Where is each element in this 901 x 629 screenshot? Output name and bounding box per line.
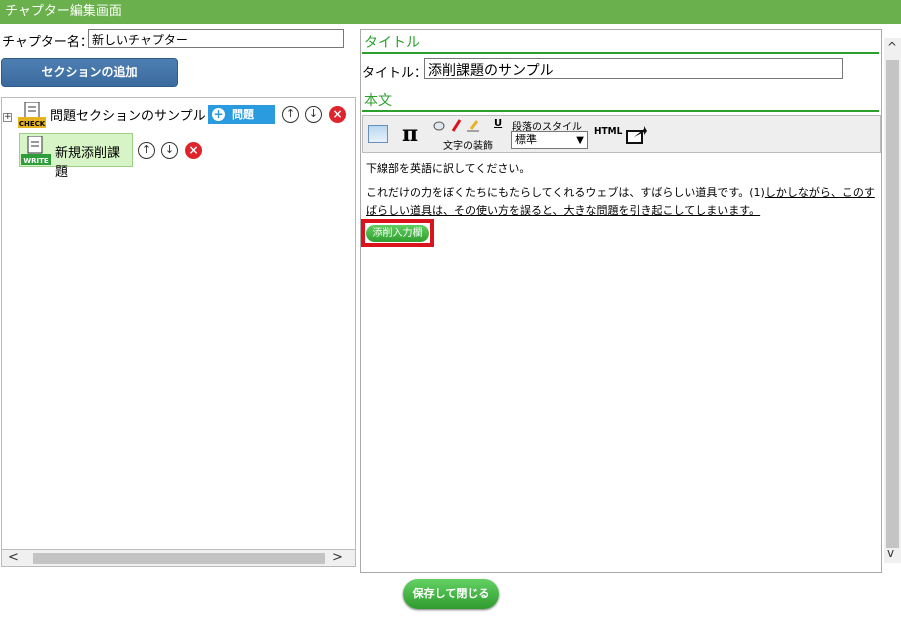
task-name: 新規添削課題 — [55, 146, 121, 180]
save-close-button[interactable]: 保存して閉じる — [403, 579, 499, 609]
add-question-label: 問題 — [232, 108, 254, 121]
check-section-icon: CHECK — [18, 102, 46, 128]
plus-icon: + — [212, 107, 225, 121]
editor-toolbar: π U 文字の装飾 段落のスタイル 標準 ▼ HTML — [362, 115, 881, 153]
task-move-up-icon[interactable]: ↑ — [138, 142, 155, 159]
chapter-name-label: チャプター名： — [2, 35, 93, 50]
chevron-down-icon: ▼ — [576, 135, 584, 146]
write-task-icon: WRITE — [21, 136, 51, 165]
add-question-button[interactable]: + 問題 — [208, 105, 275, 124]
correction-input-button[interactable]: 添削入力欄 — [366, 225, 429, 242]
insert-formula-icon[interactable]: π — [402, 121, 418, 147]
editor-content[interactable]: 下線部を英語に訳してください。 これだけの力をぼくたちにもたらしてくれるウェブは… — [366, 160, 876, 226]
section-move-up-icon[interactable]: ↑ — [282, 106, 299, 123]
paragraph-style-value: 標準 — [515, 133, 537, 146]
title-heading: タイトル — [364, 35, 420, 51]
passage-plain: これだけの力をぼくたちにもたらしてくれるウェブは、すばらしい道具です。(1) — [366, 186, 765, 199]
editor-vertical-scrollbar[interactable]: ^ v — [884, 38, 901, 563]
scroll-right-icon[interactable]: > — [332, 550, 343, 566]
title-input[interactable]: 添削課題のサンプル — [424, 58, 843, 79]
insert-image-icon[interactable] — [368, 125, 388, 143]
body-heading: 本文 — [364, 93, 392, 109]
title-label: タイトル： — [362, 66, 428, 81]
scroll-thumb[interactable] — [33, 553, 325, 564]
write-icon-text: WRITE — [23, 157, 48, 165]
export-icon[interactable] — [626, 125, 648, 145]
scroll-up-icon[interactable]: ^ — [887, 40, 897, 54]
passage-text: これだけの力をぼくたちにもたらしてくれるウェブは、すばらしい道具です。(1)しか… — [366, 184, 876, 220]
section-move-down-icon[interactable]: ↓ — [305, 106, 322, 123]
text-decoration-icons[interactable] — [433, 118, 497, 135]
expand-toggle-icon[interactable]: + — [3, 113, 12, 122]
task-delete-icon[interactable]: × — [185, 142, 202, 159]
tree-horizontal-scrollbar[interactable]: < > — [1, 549, 356, 567]
body-divider — [362, 110, 879, 112]
underline-icon[interactable]: U — [494, 118, 502, 129]
section-name[interactable]: 問題セクションのサンプル — [50, 105, 206, 124]
scroll-down-icon[interactable]: v — [887, 546, 894, 560]
eraser-pen-highlighter-icon — [433, 119, 479, 132]
html-source-button[interactable]: HTML — [594, 126, 622, 137]
add-section-button[interactable]: セクションの追加 — [1, 58, 178, 87]
task-move-down-icon[interactable]: ↓ — [161, 142, 178, 159]
scroll-left-icon[interactable]: < — [8, 550, 19, 566]
text-decoration-label: 文字の装飾 — [443, 141, 493, 152]
window-title: チャプター編集画面 — [0, 0, 901, 24]
paragraph-style-select[interactable]: 標準 ▼ — [511, 131, 588, 149]
section-delete-icon[interactable]: × — [329, 106, 346, 123]
chapter-name-input[interactable]: 新しいチャプター — [88, 29, 344, 48]
vertical-scroll-thumb[interactable] — [886, 60, 899, 548]
instruction-text: 下線部を英語に訳してください。 — [366, 162, 531, 175]
task-item[interactable]: WRITE 新規添削課題 — [19, 133, 133, 180]
title-divider — [362, 52, 879, 54]
check-icon-text: CHECK — [19, 120, 46, 128]
